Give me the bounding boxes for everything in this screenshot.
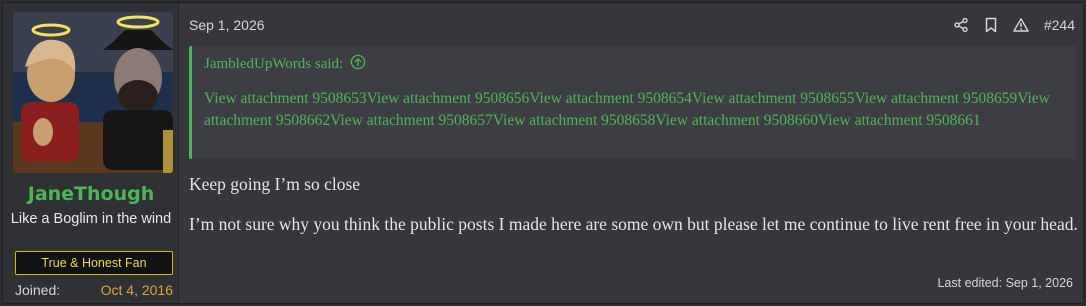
message-paragraph: I’m not sure why you think the public po… — [189, 214, 1078, 234]
user-title: Like a Boglim in the wind — [10, 211, 172, 227]
post-main: Sep 1, 2026 #244 JambledUpWords said: Vi… — [179, 3, 1083, 303]
attachment-link[interactable]: View attachment 9508657 — [330, 112, 493, 129]
share-icon[interactable] — [952, 16, 970, 34]
username[interactable]: JaneThough — [3, 183, 179, 205]
attachment-link[interactable]: View attachment 9508660 — [655, 112, 818, 129]
last-edited: Last edited: Sep 1, 2026 — [937, 276, 1073, 290]
joined-date: Oct 4, 2016 — [100, 282, 173, 298]
user-banner: True & Honest Fan — [15, 251, 173, 275]
attachment-link[interactable]: View attachment 9508656 — [367, 90, 530, 107]
attachment-link[interactable]: View attachment 9508659 — [855, 90, 1018, 107]
joined-label: Joined: — [15, 282, 61, 298]
message-paragraph: Keep going I’m so close — [189, 174, 361, 194]
post-actions: #244 — [952, 16, 1075, 34]
post-number-link[interactable]: #244 — [1044, 17, 1075, 33]
user-sidebar: JaneThough Like a Boglim in the wind Tru… — [3, 3, 179, 303]
quote-arrow-up-icon[interactable] — [350, 54, 366, 75]
quote-author[interactable]: JambledUpWords said: — [204, 56, 343, 73]
quote-body: View attachment 9508653View attachment 9… — [204, 88, 1072, 131]
attachment-link[interactable]: View attachment 9508653 — [204, 90, 367, 107]
attachment-link[interactable]: View attachment 9508661 — [818, 112, 981, 129]
forum-post: JaneThough Like a Boglim in the wind Tru… — [2, 2, 1084, 304]
avatar[interactable] — [13, 12, 173, 173]
post-date[interactable]: Sep 1, 2026 — [189, 17, 265, 33]
quote-header: JambledUpWords said: — [204, 54, 366, 75]
bookmark-icon[interactable] — [982, 16, 1000, 34]
attachment-link[interactable]: View attachment 9508654 — [529, 90, 692, 107]
quote-block: JambledUpWords said: View attachment 950… — [189, 46, 1076, 159]
joined-row: Joined: Oct 4, 2016 — [15, 282, 173, 300]
avatar-image — [13, 12, 173, 173]
report-icon[interactable] — [1012, 16, 1030, 34]
attachment-link[interactable]: View attachment 9508658 — [493, 112, 656, 129]
post-message: Keep going I’m so close I’m not sure why… — [189, 172, 1079, 237]
attachment-link[interactable]: View attachment 9508655 — [692, 90, 855, 107]
